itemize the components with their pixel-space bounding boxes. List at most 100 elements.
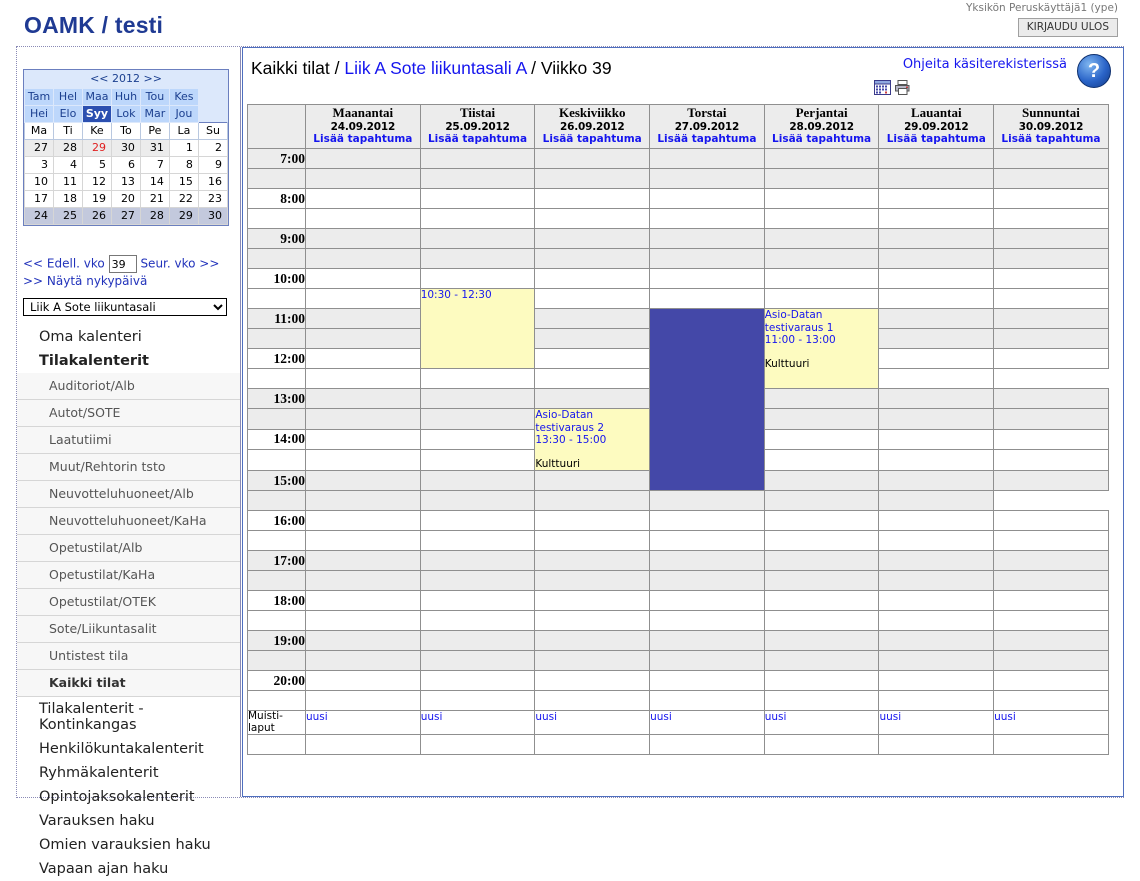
slot-cell[interactable] <box>763 188 880 209</box>
slot-cell[interactable] <box>305 550 421 571</box>
slot-cell[interactable] <box>534 690 651 711</box>
slot-cell[interactable] <box>993 690 1109 711</box>
slot-cell[interactable] <box>993 630 1109 651</box>
day-cell[interactable]: 2 <box>197 139 229 157</box>
slot-cell[interactable] <box>534 268 651 289</box>
notes-new-tiistai[interactable]: uusi <box>419 710 536 735</box>
slot-cell[interactable] <box>534 228 651 249</box>
slot-cell[interactable] <box>878 408 995 430</box>
slot-cell[interactable] <box>534 590 651 611</box>
day-cell[interactable]: 13 <box>110 173 141 191</box>
notes-area[interactable] <box>993 734 1109 755</box>
slot-cell[interactable] <box>763 550 880 571</box>
slot-cell[interactable] <box>763 690 880 711</box>
slot-cell[interactable] <box>534 470 651 491</box>
slot-cell[interactable] <box>305 408 421 430</box>
sidebar-item-opetustilat-otek[interactable]: Opetustilat/OTEK <box>17 589 240 616</box>
slot-cell[interactable] <box>305 650 421 671</box>
slot-cell[interactable] <box>419 268 536 289</box>
slot-cell[interactable] <box>878 308 995 329</box>
slot-cell[interactable] <box>419 470 536 491</box>
day-cell[interactable]: 28 <box>52 139 83 157</box>
slot-cell[interactable] <box>419 630 536 651</box>
slot-cell[interactable] <box>419 188 536 209</box>
day-cell[interactable]: 4 <box>52 156 83 174</box>
slot-cell[interactable] <box>993 530 1109 551</box>
slot-cell[interactable] <box>649 148 765 169</box>
slot-cell[interactable] <box>993 388 1109 409</box>
day-cell[interactable]: 3 <box>24 156 54 174</box>
sidebar-item-opintojaksokalenterit[interactable]: Opintojaksokalenterit <box>17 785 240 809</box>
slot-cell[interactable] <box>534 208 651 229</box>
help-link[interactable]: Ohjeita käsiterekisterissä <box>903 57 1067 72</box>
slot-cell[interactable] <box>878 630 995 651</box>
slot-cell[interactable] <box>993 670 1109 691</box>
slot-cell[interactable] <box>534 288 651 309</box>
help-icon[interactable]: ? <box>1077 54 1111 88</box>
slot-cell[interactable] <box>763 670 880 691</box>
calendar-icon[interactable] <box>874 79 891 96</box>
slot-cell[interactable] <box>649 490 765 511</box>
slot-cell[interactable] <box>993 308 1109 329</box>
breadcrumb-root[interactable]: Kaikki tilat <box>251 58 330 78</box>
sidebar-item-tilakalenterit-kontinkangas[interactable]: Tilakalenterit - Kontinkangas <box>17 697 240 737</box>
sidebar-item-tilakalenterit[interactable]: Tilakalenterit <box>17 349 240 373</box>
slot-cell[interactable] <box>305 610 421 631</box>
day-cell[interactable]: 30 <box>197 207 229 225</box>
slot-cell[interactable] <box>305 490 421 511</box>
slot-cell[interactable] <box>878 690 995 711</box>
slot-cell[interactable] <box>305 670 421 691</box>
slot-cell[interactable] <box>305 428 421 451</box>
slot-cell[interactable] <box>305 510 421 531</box>
slot-cell[interactable] <box>534 670 651 691</box>
slot-cell[interactable] <box>419 148 536 169</box>
sidebar-item-omien-varauksien-haku[interactable]: Omien varauksien haku <box>17 833 240 857</box>
notes-new-keskiviikko[interactable]: uusi <box>534 710 651 735</box>
month-huh[interactable]: Huh <box>110 88 141 106</box>
slot-cell[interactable] <box>534 650 651 671</box>
slot-cell[interactable] <box>878 368 995 389</box>
slot-cell[interactable] <box>534 368 651 389</box>
slot-cell[interactable] <box>305 268 421 289</box>
slot-cell[interactable] <box>878 530 995 551</box>
slot-cell[interactable] <box>993 228 1109 249</box>
slot-cell[interactable] <box>534 550 651 571</box>
slot-cell[interactable] <box>878 248 995 269</box>
month-elo[interactable]: Elo <box>52 105 83 123</box>
slot-cell[interactable] <box>763 228 880 249</box>
slot-cell[interactable] <box>649 188 765 209</box>
add-event-link[interactable]: Lisää tapahtuma <box>535 133 649 145</box>
slot-cell[interactable] <box>878 288 995 309</box>
slot-cell[interactable] <box>763 630 880 651</box>
slot-cell[interactable] <box>878 610 995 631</box>
sidebar-item-opetustilat-alb[interactable]: Opetustilat/Alb <box>17 535 240 562</box>
notes-new-sunnuntai[interactable]: uusi <box>993 710 1109 735</box>
day-cell[interactable]: 10 <box>24 173 54 191</box>
add-event-link[interactable]: Lisää tapahtuma <box>306 133 420 145</box>
slot-cell[interactable] <box>878 428 995 451</box>
slot-cell[interactable] <box>993 328 1109 349</box>
sidebar-item-henkilokuntakalenterit[interactable]: Henkilökuntakalenterit <box>17 737 240 761</box>
day-cell[interactable]: 17 <box>24 190 54 208</box>
day-cell[interactable]: 8 <box>168 156 199 174</box>
sidebar-item-laatutiimi[interactable]: Laatutiimi <box>17 427 240 454</box>
slot-cell[interactable] <box>878 570 995 591</box>
slot-cell[interactable] <box>534 610 651 631</box>
slot-cell[interactable] <box>763 650 880 671</box>
slot-cell[interactable] <box>993 650 1109 671</box>
day-cell[interactable]: 6 <box>110 156 141 174</box>
month-hei[interactable]: Hei <box>24 105 54 123</box>
add-event-link[interactable]: Lisää tapahtuma <box>421 133 535 145</box>
slot-cell[interactable] <box>649 570 765 591</box>
slot-cell[interactable] <box>419 550 536 571</box>
slot-cell[interactable] <box>878 449 995 471</box>
slot-cell[interactable] <box>993 428 1109 451</box>
breadcrumb-room[interactable]: Liik A Sote liikuntasali A <box>344 58 526 78</box>
slot-cell[interactable] <box>993 288 1109 309</box>
notes-new-perjantai[interactable]: uusi <box>763 710 880 735</box>
day-cell[interactable]: 28 <box>139 207 170 225</box>
slot-cell[interactable] <box>878 670 995 691</box>
slot-cell[interactable] <box>878 388 995 409</box>
notes-area[interactable] <box>878 734 995 755</box>
slot-cell[interactable] <box>305 228 421 249</box>
